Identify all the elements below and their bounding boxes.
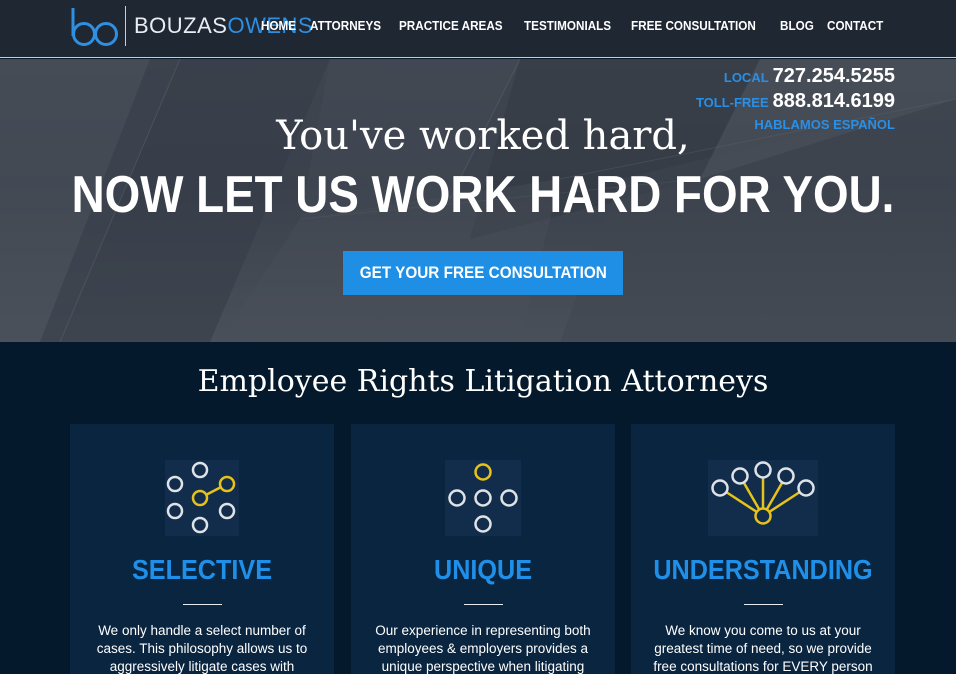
free-consultation-button-label: GET YOUR FREE CONSULTATION — [359, 263, 607, 282]
free-consultation-button[interactable]: GET YOUR FREE CONSULTATION — [343, 251, 623, 295]
features-section: Employee Rights Litigation Attorneys SEL… — [0, 342, 956, 674]
card-text: We know you come to us at your greatest … — [653, 623, 873, 674]
hero-subheadline: You've worked hard, — [276, 113, 690, 159]
feature-card-understanding: UNDERSTANDING We know you come to us at … — [631, 424, 895, 674]
card-divider — [464, 604, 503, 605]
nav-contact[interactable]: CONTACT — [827, 18, 883, 33]
logo-word-bouzas: BOUZAS — [134, 13, 228, 38]
card-title: SELECTIVE — [131, 554, 273, 585]
section-title: Employee Rights Litigation Attorneys — [197, 364, 769, 399]
nav-blog[interactable]: BLOG — [780, 18, 814, 33]
feature-card-unique: UNIQUE Our experience in representing bo… — [351, 424, 615, 674]
nav-home[interactable]: HOME — [261, 18, 296, 33]
card-title: UNDERSTANDING — [653, 554, 873, 585]
understanding-fan-icon — [708, 460, 818, 536]
card-divider — [744, 604, 783, 605]
bo-monogram-icon — [71, 8, 118, 46]
local-number[interactable]: 727.254.5255 — [773, 65, 895, 88]
nav-attorneys[interactable]: ATTORNEYS — [310, 18, 381, 33]
card-divider — [183, 604, 222, 605]
logo-divider — [125, 6, 126, 46]
local-label: LOCAL — [723, 70, 769, 85]
hero-headline: NOW LET US WORK HARD FOR YOU. — [71, 166, 895, 224]
tollfree-phone[interactable]: TOLL-FREE 888.814.6199 — [696, 90, 895, 115]
site-header: BOUZASOWENS HOME ATTORNEYS PRACTICE AREA… — [0, 0, 956, 58]
unique-nodes-icon — [445, 460, 521, 536]
card-text: Our experience in representing both empl… — [375, 623, 591, 674]
nav-testimonials[interactable]: TESTIMONIALS — [524, 18, 611, 33]
tollfree-number[interactable]: 888.814.6199 — [773, 90, 895, 113]
selective-network-icon — [165, 460, 239, 536]
tollfree-label: TOLL-FREE — [695, 95, 769, 110]
card-title: UNIQUE — [433, 554, 533, 585]
main-nav: HOME ATTORNEYS PRACTICE AREAS TESTIMONIA… — [261, 18, 890, 33]
card-text: We only handle a select number of cases.… — [96, 623, 308, 674]
feature-card-selective: SELECTIVE We only handle a select number… — [70, 424, 334, 674]
nav-free-consultation[interactable]: FREE CONSULTATION — [631, 18, 756, 33]
local-phone[interactable]: LOCAL 727.254.5255 — [696, 65, 895, 90]
nav-practice-areas[interactable]: PRACTICE AREAS — [399, 18, 503, 33]
hero-banner: LOCAL 727.254.5255 TOLL-FREE 888.814.619… — [0, 59, 956, 342]
